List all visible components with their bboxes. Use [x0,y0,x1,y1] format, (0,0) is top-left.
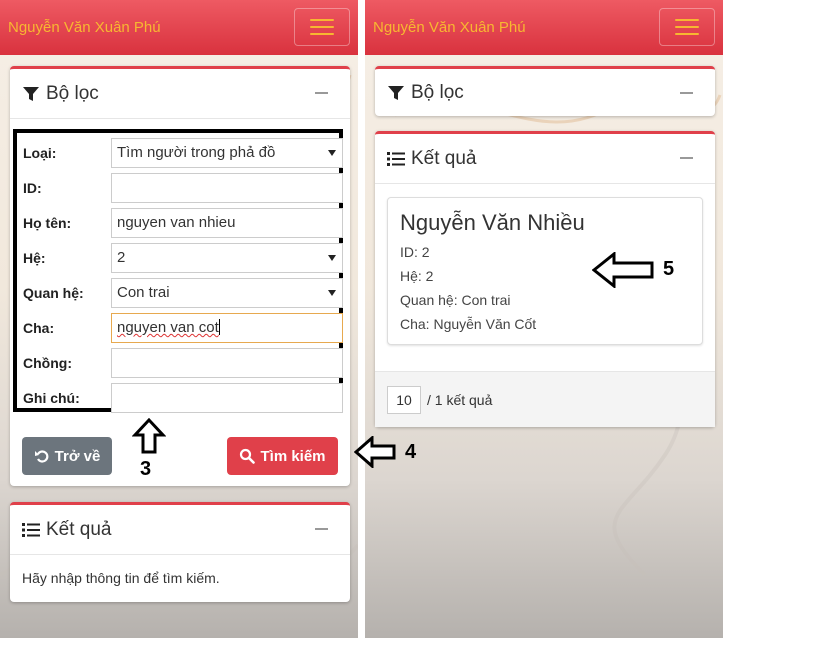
navbar: Nguyễn Văn Xuân Phú [365,0,723,55]
left-arrow-annotation-icon [592,252,654,288]
annotation-number-3: 3 [140,458,152,480]
chong-input[interactable] [111,348,343,378]
collapse-icon[interactable] [315,92,328,94]
field-label-quan-he: Quan hệ: [23,285,84,301]
results-card-title: Kết quả [411,147,477,169]
phone-screen-left: Nguyễn Văn Xuân Phú Bộ lọc Loại: Tìm ngư… [0,0,358,638]
dropdown-caret-icon [328,255,336,261]
ghi-chu-input[interactable] [111,383,343,413]
list-icon [387,151,405,167]
quan-he-select[interactable]: Con trai [111,278,343,308]
hamburger-icon [310,19,334,21]
field-label-ho-ten: Họ tên: [23,215,72,231]
total-count: / 1 kết quả [427,392,493,408]
filter-icon [387,84,405,102]
cha-input[interactable]: nguyen van cot [111,313,343,343]
collapse-icon[interactable] [680,157,693,159]
dropdown-caret-icon [328,150,336,156]
collapse-icon[interactable] [315,528,328,530]
dropdown-caret-icon [328,290,336,296]
field-row-ghi-chu: Ghi chú: [23,383,343,413]
filter-card: Bộ lọc Loại: Tìm người trong phả đồ ID: … [10,66,350,486]
field-row-cha: Cha: nguyen van cot [23,313,343,343]
field-label-chong: Chồng: [23,355,72,371]
field-row-id: ID: [23,173,343,203]
menu-toggle-button[interactable] [294,8,350,46]
field-row-quan-he: Quan hệ: Con trai [23,278,343,308]
result-relation: Quan hệ: Con trai [400,292,511,308]
results-card-title: Kết quả [46,518,112,540]
field-label-ghi-chu: Ghi chú: [23,390,80,406]
list-icon [22,522,40,538]
filter-card-title: Bộ lọc [46,82,99,104]
page-size-input[interactable]: 10 [387,386,421,414]
pagination-footer: 10 / 1 kết quả [375,371,715,427]
annotation-number-4: 4 [405,441,417,463]
search-button[interactable]: Tìm kiếm [227,437,338,475]
navbar: Nguyễn Văn Xuân Phú [0,0,358,55]
phone-screen-right: Nguyễn Văn Xuân Phú Bộ lọc Kết quả Nguyễ… [365,0,723,638]
menu-toggle-button[interactable] [659,8,715,46]
filter-card-title: Bộ lọc [411,81,464,103]
back-button[interactable]: Trở về [22,437,112,475]
field-label-id: ID: [23,180,42,196]
field-label-cha: Cha: [23,320,55,336]
search-icon [240,448,256,464]
filter-card-header[interactable]: Bộ lọc [375,69,715,116]
field-label-loai: Loại: [23,145,57,161]
results-card-header[interactable]: Kết quả [10,505,350,555]
result-item[interactable]: Nguyễn Văn Nhiều ID: 2 Hệ: 2 Quan hệ: Co… [387,197,703,345]
text-cursor [218,319,220,335]
results-card-header[interactable]: Kết quả [375,134,715,184]
results-empty-message: Hãy nhập thông tin để tìm kiếm. [22,570,220,586]
undo-icon [34,450,48,463]
hamburger-icon [675,19,699,21]
field-row-chong: Chồng: [23,348,343,378]
id-input[interactable] [111,173,343,203]
brand-title[interactable]: Nguyễn Văn Xuân Phú [373,19,526,36]
he-select[interactable]: 2 [111,243,343,273]
filter-card-header[interactable]: Bộ lọc [10,69,350,119]
up-arrow-annotation-icon [132,418,166,454]
field-row-ho-ten: Họ tên: nguyen van nhieu [23,208,343,238]
results-card-left: Kết quả Hãy nhập thông tin để tìm kiếm. [10,502,350,602]
filter-icon [22,85,40,103]
brand-title[interactable]: Nguyễn Văn Xuân Phú [8,19,161,36]
field-row-he: Hệ: 2 [23,243,343,273]
left-arrow-annotation-icon [354,436,396,468]
annotation-number-5: 5 [663,258,675,280]
collapse-icon[interactable] [680,92,693,94]
result-name: Nguyễn Văn Nhiều [400,210,585,235]
result-father: Cha: Nguyễn Văn Cốt [400,316,537,332]
filter-form: Loại: Tìm người trong phả đồ ID: Họ tên:… [13,129,343,413]
loai-select[interactable]: Tìm người trong phả đồ [111,138,343,168]
field-label-he: Hệ: [23,250,46,266]
ho-ten-input[interactable]: nguyen van nhieu [111,208,343,238]
filter-card-collapsed: Bộ lọc [375,66,715,116]
field-row-loai: Loại: Tìm người trong phả đồ [23,138,343,168]
